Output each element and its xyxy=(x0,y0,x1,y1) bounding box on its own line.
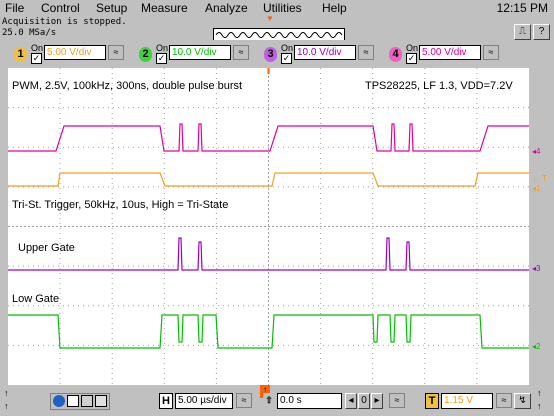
channel-4-number[interactable]: 4 xyxy=(389,47,402,62)
delay-right-icon[interactable]: ▸ xyxy=(371,393,383,409)
channel-2-scale[interactable]: 10.0 V/div xyxy=(169,45,231,60)
channel-1-on-label: On xyxy=(31,43,44,53)
channel-4-on-label: On xyxy=(406,43,419,53)
menu-control[interactable]: Control xyxy=(41,1,80,15)
channel-1-number[interactable]: 1 xyxy=(14,47,27,62)
channel-1-marker[interactable]: ◂1 xyxy=(532,185,540,193)
annotation-device: TPS28225, LF 1.3, VDD=7.2V xyxy=(365,80,513,92)
channel-3-on-label: On xyxy=(281,43,294,53)
delay-arrow-icon[interactable]: ⇧ xyxy=(263,393,275,409)
channel-3-on-checkbox[interactable]: ✓ xyxy=(281,53,292,64)
channel-1-settings-icon[interactable]: ≈ xyxy=(108,45,124,60)
scroll-right-top-icon[interactable]: ↑ xyxy=(537,388,542,398)
channel-3-marker[interactable]: ◂3 xyxy=(532,265,540,273)
annotation-upper-gate: Upper Gate xyxy=(18,242,75,254)
trigger-label: T xyxy=(425,393,439,409)
print-icon[interactable] xyxy=(81,395,93,407)
annotation-low-gate: Low Gate xyxy=(12,293,60,305)
channel-4-on-checkbox[interactable]: ✓ xyxy=(406,53,417,64)
waveform-canvas xyxy=(8,68,529,385)
channel-2-marker-label: 2 xyxy=(536,342,541,351)
channel-4-scale[interactable]: 5.00 V/div xyxy=(419,45,481,60)
channel-1-scale[interactable]: 5.00 V/div xyxy=(44,45,106,60)
channel-1-on-checkbox[interactable]: ✓ xyxy=(31,53,42,64)
status-area: Acquisition is stopped. 25.0 MSa/s ▼ ⎍ ? xyxy=(0,14,554,43)
trigger-position-icon: ▼ xyxy=(266,14,274,23)
timebase-field[interactable]: 5.00 µs/div xyxy=(175,393,233,409)
delay-left-icon[interactable]: ◂ xyxy=(345,393,357,409)
menu-file[interactable]: File xyxy=(5,1,24,15)
channel-3-settings-icon[interactable]: ≈ xyxy=(358,45,374,60)
menu-measure[interactable]: Measure xyxy=(141,1,188,15)
scroll-left-top-icon[interactable]: ↑ xyxy=(4,388,9,398)
menu-analyze[interactable]: Analyze xyxy=(205,1,248,15)
channel-4-settings-icon[interactable]: ≈ xyxy=(483,45,499,60)
color-grade-icon[interactable] xyxy=(53,395,65,407)
delay-zero-icon[interactable]: 0 xyxy=(358,393,370,409)
channel-2-trace xyxy=(8,314,529,349)
right-rail: ◂4 ← T ◂1 ◂3 ◂2 xyxy=(529,68,554,385)
channel-2-on-checkbox[interactable]: ✓ xyxy=(156,53,167,64)
bottom-bar: ↑ ↑ H 5.00 µs/div ≈ ↑ ⇧ 0.0 s ◂ 0 ▸ ≈ T … xyxy=(0,385,554,416)
status-text: Acquisition is stopped. 25.0 MSa/s xyxy=(2,17,127,39)
waveform-display[interactable]: PWM, 2.5V, 100kHz, 300ns, double pulse b… xyxy=(8,68,529,385)
save-icon[interactable] xyxy=(95,395,107,407)
clock: 12:15 PM xyxy=(496,1,548,15)
channel-2-marker[interactable]: ◂2 xyxy=(532,343,540,351)
timebase-settings-icon[interactable]: ≈ xyxy=(236,393,252,408)
help-question-icon[interactable]: ? xyxy=(533,24,550,40)
annotation-pwm: PWM, 2.5V, 100kHz, 300ns, double pulse b… xyxy=(12,80,243,92)
channel-2-settings-icon[interactable]: ≈ xyxy=(233,45,249,60)
annotation-tristate: Tri-St. Trigger, 50kHz, 10us, High = Tri… xyxy=(12,199,229,211)
channel-4-marker[interactable]: ◂4 xyxy=(532,148,540,156)
menu-utilities[interactable]: Utilities xyxy=(263,1,302,15)
channel-row: 1 On ✓ 5.00 V/div ≈ 2 On ✓ 10.0 V/div ≈ … xyxy=(0,40,554,68)
toolbar-icons xyxy=(50,393,110,410)
trigger-level-marker[interactable]: ← T xyxy=(532,175,547,183)
trigger-level-field[interactable]: 1.15 V xyxy=(441,393,493,409)
channel-3-scale[interactable]: 10.0 V/div xyxy=(294,45,356,60)
menu-bar: File Control Setup Measure Analyze Utili… xyxy=(0,0,554,15)
channel-1-marker-label: 1 xyxy=(536,184,541,193)
trigger-slope-icon[interactable]: ↯ xyxy=(514,393,531,409)
trigger-marker-label: T xyxy=(542,174,547,183)
acquisition-status: Acquisition is stopped. xyxy=(2,17,127,27)
delay-settings-icon[interactable]: ≈ xyxy=(389,393,405,408)
left-rail xyxy=(0,68,8,385)
scroll-right-bottom-icon[interactable]: ↑ xyxy=(537,401,542,411)
channel-3-marker-label: 3 xyxy=(536,264,541,273)
channel-3-number[interactable]: 3 xyxy=(264,47,277,62)
sample-rate: 25.0 MSa/s xyxy=(2,28,57,38)
delay-field[interactable]: 0.0 s xyxy=(277,393,342,409)
run-stop-icon[interactable]: ⎍ xyxy=(514,24,531,40)
horizontal-label: H xyxy=(159,393,173,409)
screen-copy-icon[interactable] xyxy=(67,395,79,407)
menu-setup[interactable]: Setup xyxy=(96,1,127,15)
channel-2-number[interactable]: 2 xyxy=(139,47,152,62)
scroll-left-bottom-icon[interactable]: ↑ xyxy=(4,401,9,411)
trigger-settings-icon[interactable]: ≈ xyxy=(496,393,512,408)
channel-4-marker-label: 4 xyxy=(536,147,541,156)
channel-2-on-label: On xyxy=(156,43,169,53)
menu-help[interactable]: Help xyxy=(322,1,347,15)
